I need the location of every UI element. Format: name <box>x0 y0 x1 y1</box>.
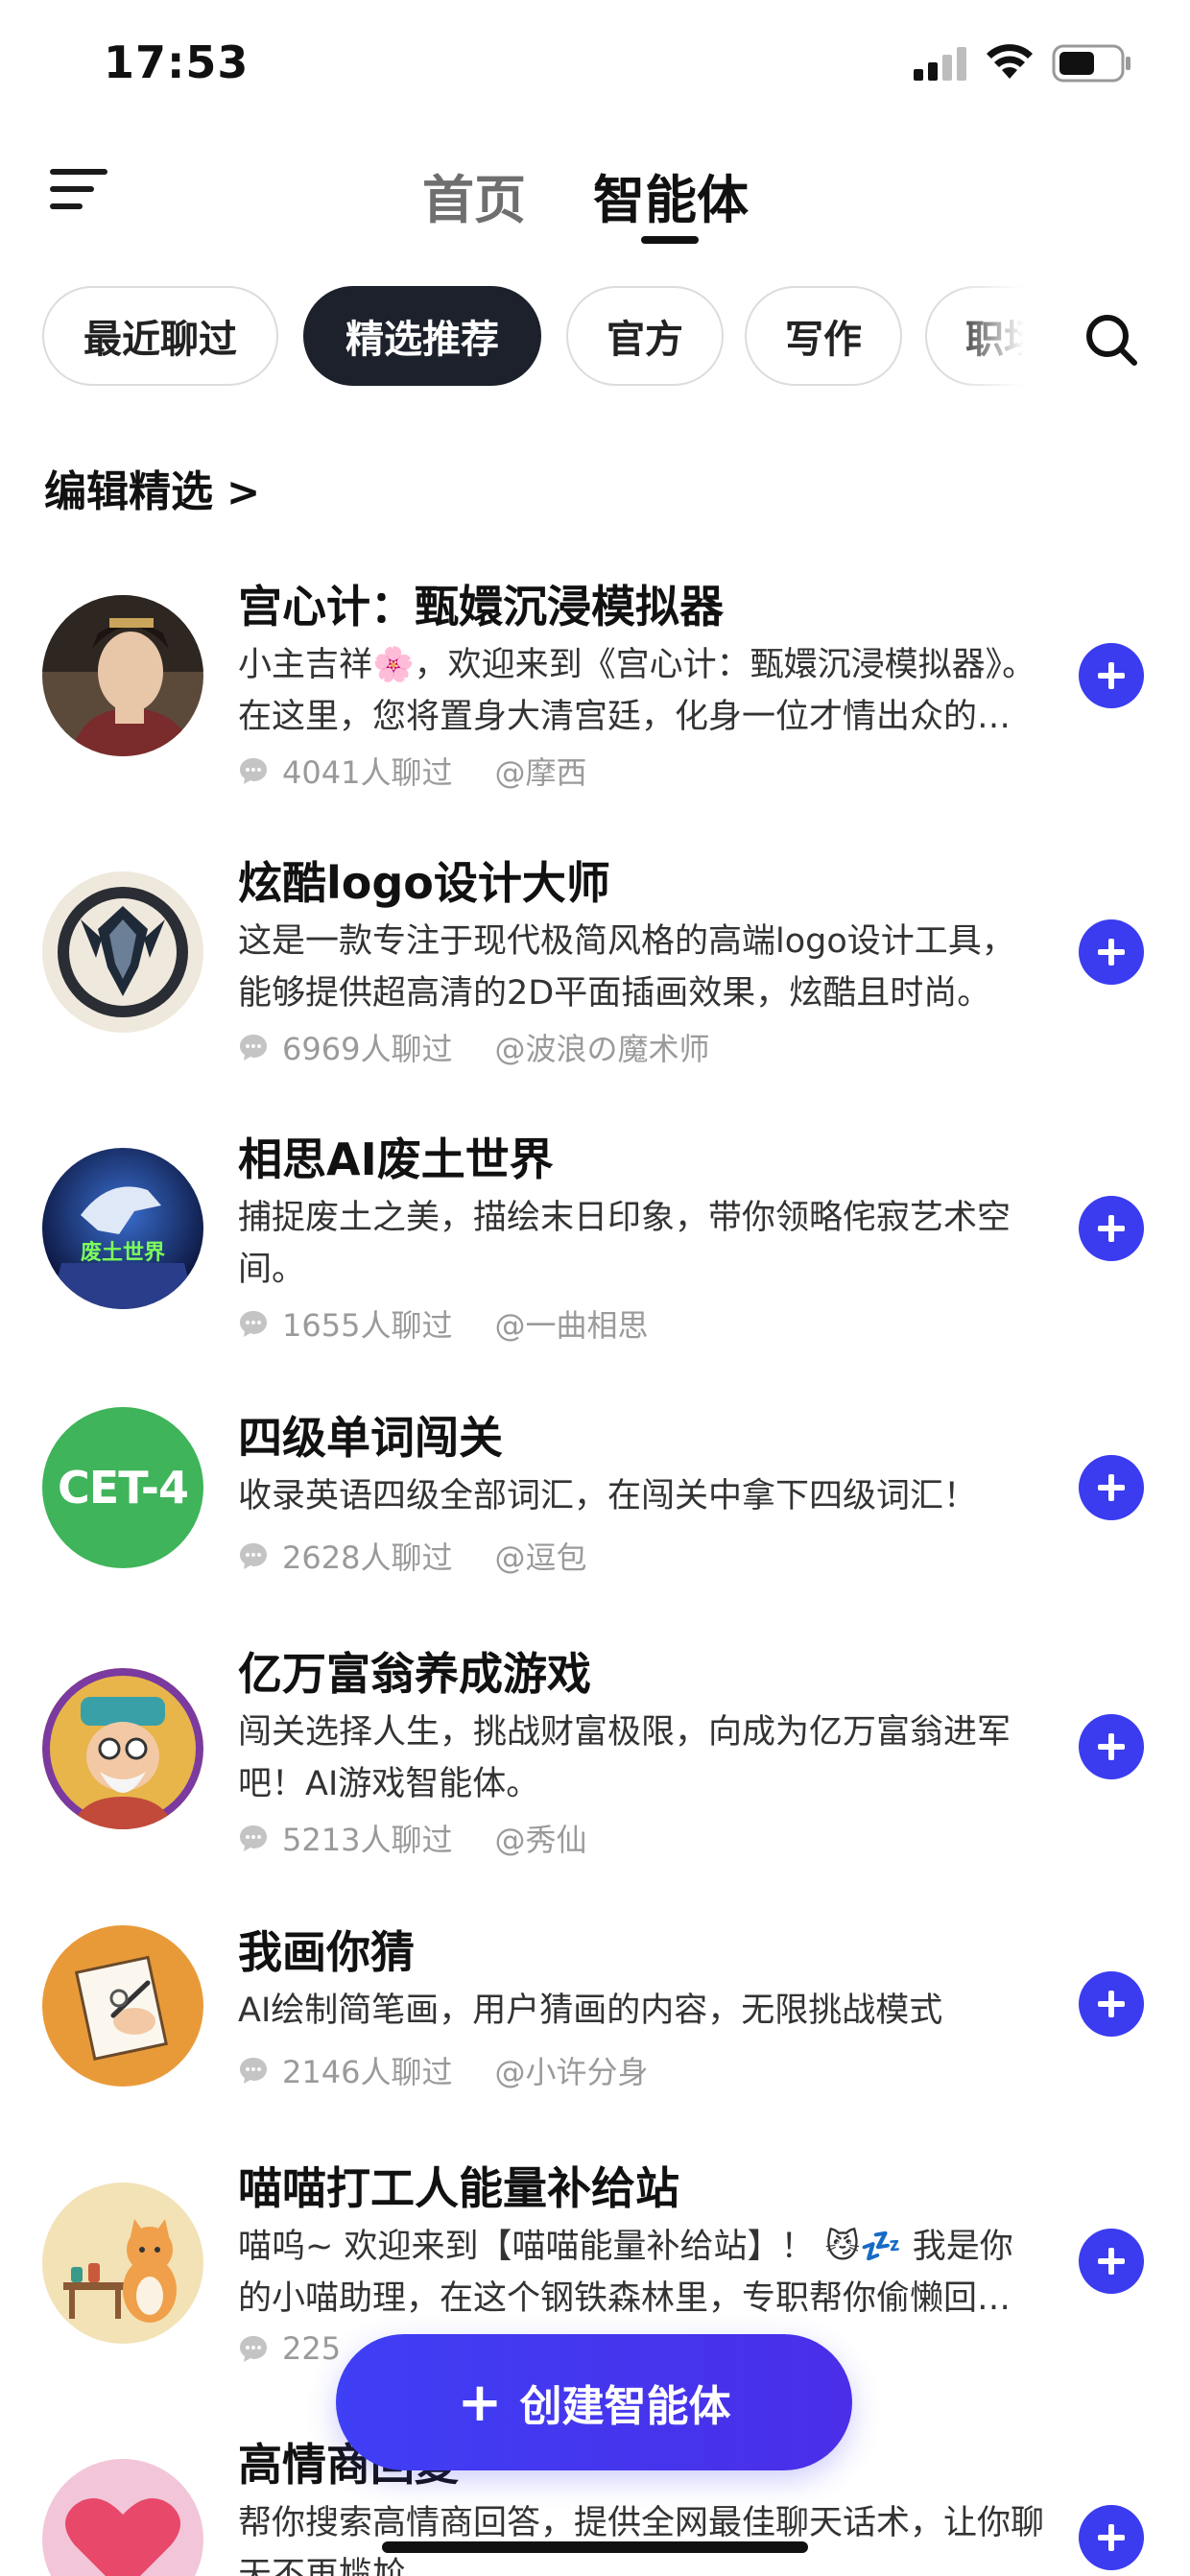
agent-meta: 4041人聊过 @摩西 <box>238 749 586 793</box>
agent-avatar <box>42 1925 203 2087</box>
chat-bubble-icon <box>240 1825 267 1851</box>
agent-author: @逗包 <box>494 1539 587 1576</box>
wifi-icon <box>987 44 1033 79</box>
chat-bubble-icon <box>240 758 267 784</box>
plus-icon: + <box>457 2371 503 2434</box>
add-agent-button[interactable] <box>1079 1455 1144 1520</box>
agent-avatar <box>42 871 203 1033</box>
avatar-label: 废土世界 <box>81 1240 165 1265</box>
add-agent-button[interactable] <box>1079 1714 1144 1779</box>
tab-agents[interactable]: 智能体 <box>593 157 749 233</box>
agent-title: 我画你猜 <box>238 1926 415 1978</box>
agent-description: 喵呜~ 欢迎来到【喵喵能量补给站】！ 😼💤 我是你的小喵助理，在这个钢铁森林里，… <box>238 2228 1013 2318</box>
add-agent-button[interactable] <box>1079 643 1144 708</box>
section-editor-picks[interactable]: 编辑精选 > <box>44 457 260 518</box>
agent-avatar: CET-4 <box>42 1407 203 1568</box>
agent-chat-count: 2628人聊过 <box>282 1539 453 1576</box>
agent-title: 炫酷logo设计大师 <box>238 857 610 909</box>
agent-description: 这是一款专注于现代极简风格的高端logo设计工具，能够提供超高清的2D平面插画效… <box>238 922 1015 1013</box>
agent-avatar <box>42 1668 203 1829</box>
top-tabs: 首页 智能体 <box>0 154 1190 250</box>
agent-description: 捕捉废土之美，描绘末日印象，带你领略侘寂艺术空间。 <box>238 1199 1012 1289</box>
agent-description: 收录英语四级全部词汇，在闯关中拿下四级词汇！ <box>238 1477 978 1515</box>
agent-meta: 6969人聊过 @波浪の魔术师 <box>238 1025 709 1069</box>
add-agent-button[interactable] <box>1079 2229 1144 2294</box>
section-title: 编辑精选 <box>44 467 213 516</box>
agent-meta: 2146人聊过 @小许分身 <box>238 2048 648 2092</box>
chip-workplace[interactable]: 职场 <box>925 286 1031 386</box>
agent-author: @秀仙 <box>494 1822 587 1858</box>
agent-chat-count: 6969人聊过 <box>282 1031 453 1067</box>
agent-description: 小主吉祥🌸，欢迎来到《宫心计：甄嬛沉浸模拟器》。 在这里，您将置身大清宫廷，化身… <box>238 646 1036 736</box>
create-agent-label: 创建智能体 <box>519 2382 731 2431</box>
agent-meta: 225 <box>238 2330 341 2367</box>
agent-chat-count: 4041人聊过 <box>282 754 453 791</box>
chat-bubble-icon <box>240 1035 267 1061</box>
chip-writing[interactable]: 写作 <box>745 286 902 386</box>
agent-avatar: 废土世界 <box>42 1148 203 1309</box>
add-agent-button[interactable] <box>1079 919 1144 985</box>
add-agent-button[interactable] <box>1079 1196 1144 1261</box>
agent-title: 相思AI废土世界 <box>238 1133 554 1185</box>
add-agent-button[interactable] <box>1079 2505 1144 2570</box>
battery-icon <box>1052 44 1130 83</box>
agent-description: 帮你搜索高情商回答，提供全网最佳聊天话术，让你聊天不再尴尬 <box>238 2504 1044 2576</box>
category-chips: 最近聊过 精选推荐 官方 写作 职场 <box>42 286 1031 390</box>
agent-chat-count: 5213人聊过 <box>282 1822 453 1858</box>
agent-avatar <box>42 595 203 756</box>
active-tab-indicator <box>641 236 699 244</box>
chat-bubble-icon <box>240 1543 267 1569</box>
agent-author: @摩西 <box>494 754 587 791</box>
agent-title: 喵喵打工人能量补给站 <box>238 2162 679 2214</box>
agent-meta: 5213人聊过 @秀仙 <box>238 1816 586 1860</box>
agent-title: 宫心计：甄嬛沉浸模拟器 <box>238 581 724 632</box>
agent-title: 亿万富翁养成游戏 <box>238 1648 591 1700</box>
agent-chat-count: 1655人聊过 <box>282 1307 453 1344</box>
agent-author: @小许分身 <box>494 2054 649 2090</box>
agent-meta: 2628人聊过 @逗包 <box>238 1534 586 1578</box>
chip-featured[interactable]: 精选推荐 <box>303 286 541 386</box>
agent-description: AI绘制简笔画，用户猜画的内容，无限挑战模式 <box>238 1992 943 2030</box>
agent-avatar <box>42 2182 203 2344</box>
cellular-signal-icon <box>914 47 966 81</box>
agent-author: @一曲相思 <box>494 1307 649 1344</box>
agent-title: 四级单词闯关 <box>238 1412 503 1464</box>
agent-chat-count: 225 <box>282 2330 342 2367</box>
home-indicator <box>382 2541 808 2553</box>
add-agent-button[interactable] <box>1079 1971 1144 2037</box>
chat-bubble-icon <box>240 1311 267 1337</box>
chip-recent[interactable]: 最近聊过 <box>42 286 278 386</box>
tab-home[interactable]: 首页 <box>422 157 526 233</box>
agent-avatar <box>42 2459 203 2576</box>
agent-meta: 1655人聊过 @一曲相思 <box>238 1301 648 1346</box>
chevron-right-icon: > <box>226 468 261 515</box>
chat-bubble-icon <box>240 2058 267 2084</box>
status-bar: 17:53 <box>0 0 1190 125</box>
agent-author: @波浪の魔术师 <box>494 1031 710 1067</box>
status-time: 17:53 <box>104 36 250 88</box>
avatar-label: CET-4 <box>58 1462 189 1514</box>
chat-bubble-icon <box>240 2336 267 2362</box>
agent-chat-count: 2146人聊过 <box>282 2054 453 2090</box>
agent-description: 闯关选择人生，挑战财富极限，向成为亿万富翁进军吧！AI游戏智能体。 <box>238 1713 1012 1803</box>
create-agent-button[interactable]: + 创建智能体 <box>336 2334 852 2470</box>
search-icon[interactable] <box>1083 311 1140 369</box>
chip-official[interactable]: 官方 <box>566 286 724 386</box>
